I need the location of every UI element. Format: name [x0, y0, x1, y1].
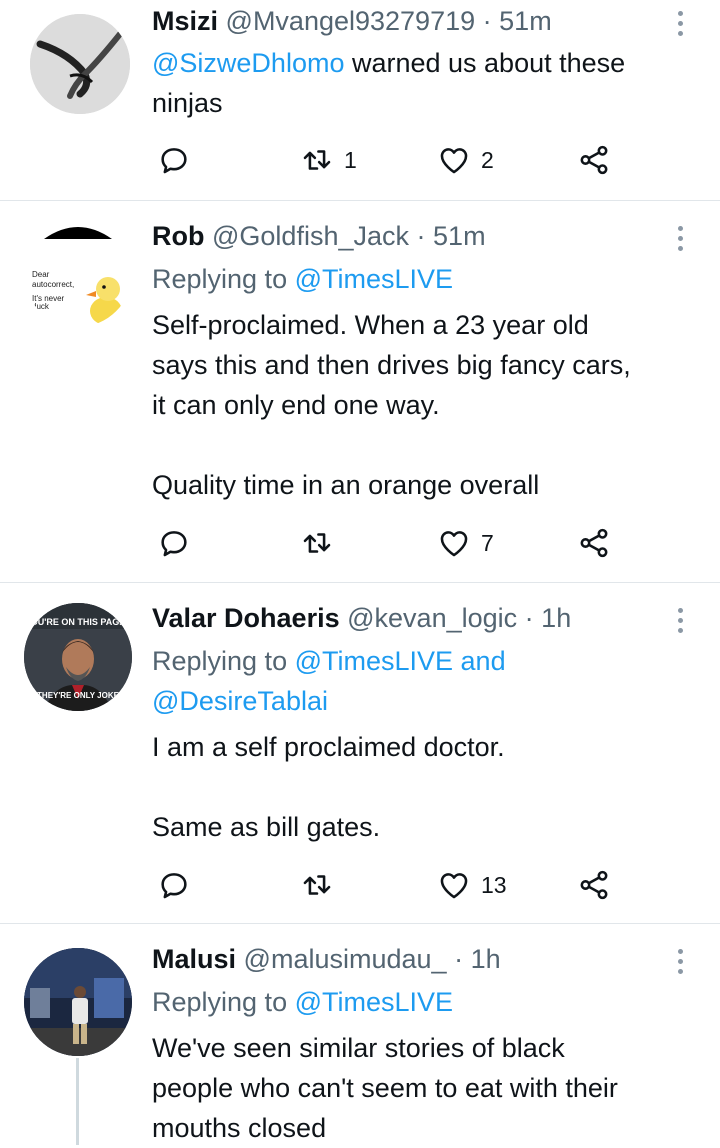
- tweet-actions: 13: [152, 865, 622, 905]
- retweet-icon: [303, 533, 331, 553]
- replying-to: Replying to @TimesLIVE: [152, 264, 454, 294]
- user-handle[interactable]: @Mvangel93279719: [226, 6, 476, 36]
- tweet-text: We've seen similar stories of black peop…: [152, 1033, 618, 1143]
- like-count: 7: [481, 529, 494, 556]
- mention-link[interactable]: @TimesLIVE and: [295, 646, 506, 676]
- retweet-button[interactable]: [300, 865, 334, 905]
- duck-avatar-image: Dear autocorrect, It's never duck: [32, 227, 122, 325]
- display-name[interactable]: Rob: [152, 221, 204, 251]
- reply-button[interactable]: [157, 865, 191, 905]
- avatar[interactable]: Dear autocorrect, It's never duck: [24, 219, 132, 327]
- replying-to: Replying to @TimesLIVE and: [152, 646, 506, 676]
- share-button[interactable]: [577, 140, 611, 180]
- avatar-caption-top: OU'RE ON THIS PAGE: [31, 617, 125, 627]
- tweet-text: Self-proclaimed. When a 23 year old says…: [152, 310, 631, 500]
- more-options-icon[interactable]: [666, 944, 694, 978]
- more-options-icon[interactable]: [666, 603, 694, 637]
- holding-hands-image: [30, 14, 130, 114]
- share-icon: [580, 528, 608, 558]
- avatar[interactable]: [24, 948, 132, 1056]
- user-handle[interactable]: @Goldfish_Jack: [212, 221, 409, 251]
- replying-to-continued: @DesireTablai: [152, 681, 328, 721]
- heart-icon: [440, 148, 468, 174]
- meme-avatar-image: OU'RE ON THIS PAGE THEY'RE ONLY JOKE: [24, 603, 132, 711]
- user-handle[interactable]: @malusimudau_: [244, 944, 447, 974]
- share-button[interactable]: [577, 865, 611, 905]
- more-options-icon[interactable]: [666, 221, 694, 255]
- retweet-button[interactable]: [300, 523, 334, 563]
- tweet-actions: 7: [152, 523, 622, 563]
- user-handle[interactable]: @kevan_logic: [347, 603, 517, 633]
- avatar-caption-bottom: THEY'RE ONLY JOKE: [37, 691, 120, 700]
- tweet-header: Msizi @Mvangel93279719 · 51m: [152, 4, 552, 38]
- like-button[interactable]: 2: [437, 140, 494, 180]
- reply-icon: [161, 531, 187, 557]
- thread-line: [76, 1058, 79, 1145]
- share-button[interactable]: [577, 523, 611, 563]
- retweet-button[interactable]: 1: [300, 140, 357, 180]
- retweet-count: 1: [344, 146, 357, 173]
- heart-icon: [440, 873, 468, 899]
- reply-icon: [161, 148, 187, 174]
- svg-text:duck: duck: [32, 302, 50, 311]
- timestamp[interactable]: 51m: [433, 221, 486, 251]
- heart-icon: [440, 531, 468, 557]
- display-name[interactable]: Msizi: [152, 6, 218, 36]
- tweet[interactable]: Malusi @malusimudau_ · 1h Replying to @T…: [0, 924, 720, 1145]
- avatar[interactable]: OU'RE ON THIS PAGE THEY'RE ONLY JOKE: [24, 603, 132, 711]
- separator: ·: [524, 603, 534, 633]
- avatar[interactable]: [30, 14, 130, 114]
- separator: ·: [482, 6, 492, 36]
- svg-text:autocorrect,: autocorrect,: [32, 280, 74, 289]
- reply-icon: [161, 873, 187, 899]
- display-name[interactable]: Valar Dohaeris: [152, 603, 340, 633]
- tweet-actions: 1 2: [152, 140, 622, 180]
- display-name[interactable]: Malusi: [152, 944, 236, 974]
- tweet-text: I am a self proclaimed doctor. Same as b…: [152, 732, 505, 842]
- replying-to: Replying to @TimesLIVE: [152, 987, 454, 1017]
- share-icon: [580, 870, 608, 900]
- like-count: 13: [481, 871, 507, 898]
- tweet-header: Malusi @malusimudau_ · 1h: [152, 942, 501, 976]
- mention-link[interactable]: @DesireTablai: [152, 686, 328, 716]
- like-count: 2: [481, 146, 494, 173]
- retweet-icon: [303, 150, 331, 170]
- mention-link[interactable]: @SizweDhlomo: [152, 48, 344, 78]
- tweet-text: @SizweDhlomo warned us about these ninja…: [152, 48, 626, 118]
- share-icon: [580, 145, 608, 175]
- reply-button[interactable]: [157, 140, 191, 180]
- person-avatar-image: [24, 948, 132, 1056]
- tweet[interactable]: Msizi @Mvangel93279719 · 51m @SizweDhlom…: [0, 0, 720, 200]
- tweet[interactable]: OU'RE ON THIS PAGE THEY'RE ONLY JOKE Val…: [0, 583, 720, 923]
- separator: ·: [416, 221, 426, 251]
- timestamp[interactable]: 51m: [499, 6, 552, 36]
- avatar-caption: Dear: [32, 270, 50, 279]
- reply-button[interactable]: [157, 523, 191, 563]
- tweet-header: Rob @Goldfish_Jack · 51m: [152, 219, 486, 253]
- more-options-icon[interactable]: [666, 6, 694, 40]
- mention-link[interactable]: @TimesLIVE: [295, 987, 453, 1017]
- like-button[interactable]: 13: [437, 865, 507, 905]
- tweet-header: Valar Dohaeris @kevan_logic · 1h: [152, 601, 571, 635]
- timestamp[interactable]: 1h: [471, 944, 501, 974]
- like-button[interactable]: 7: [437, 523, 494, 563]
- retweet-icon: [303, 875, 331, 895]
- timestamp[interactable]: 1h: [541, 603, 571, 633]
- separator: ·: [454, 944, 464, 974]
- mention-link[interactable]: @TimesLIVE: [295, 264, 453, 294]
- tweet[interactable]: Dear autocorrect, It's never duck Rob @G…: [0, 201, 720, 582]
